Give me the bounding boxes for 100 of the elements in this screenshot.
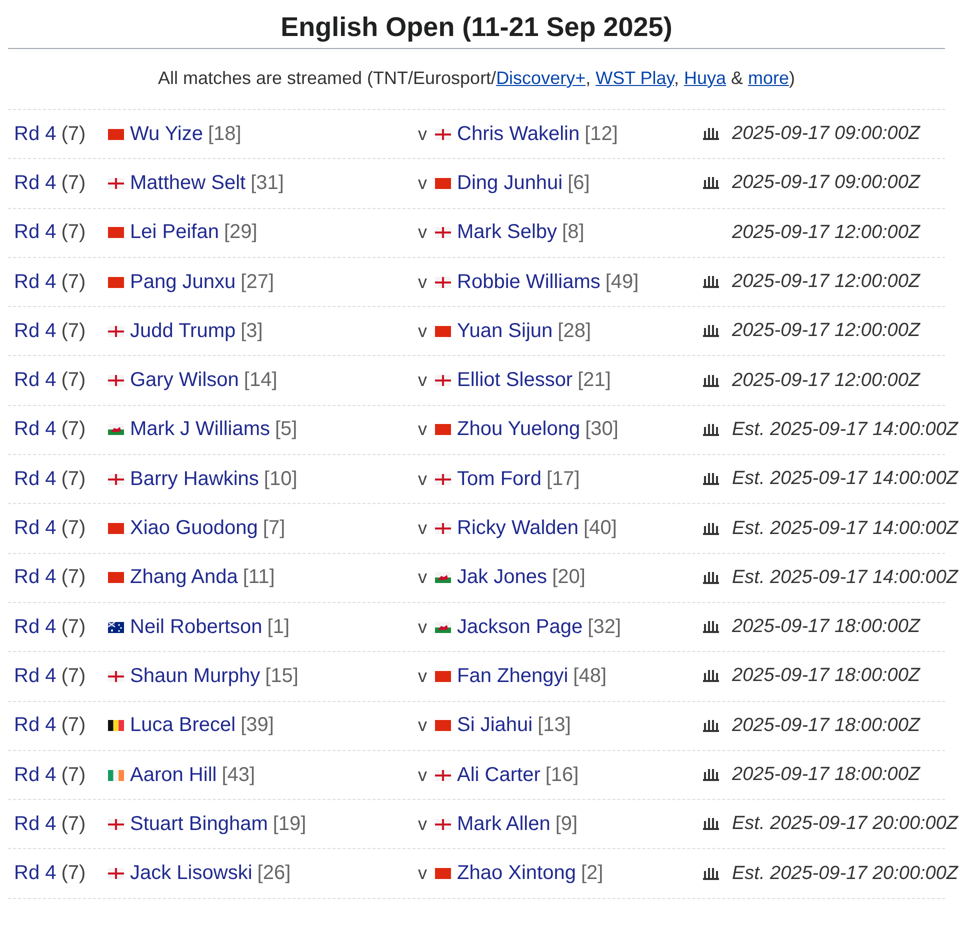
versus-label: v (418, 666, 427, 687)
player-link[interactable]: Xiao Guodong (130, 517, 258, 540)
stream-link[interactable]: more (748, 68, 790, 88)
versus-label: v (418, 419, 427, 440)
round-link[interactable]: Rd 4 (14, 172, 56, 195)
stream-link[interactable]: Discovery+ (496, 68, 586, 88)
player-link[interactable]: Jackson Page (457, 616, 583, 639)
player-link[interactable]: Chris Wakelin (457, 122, 580, 146)
round-link[interactable]: Rd 4 (14, 714, 56, 738)
versus-label: v (418, 715, 427, 736)
frames-count: (7) (61, 812, 86, 836)
seed-number: [10] (264, 468, 298, 491)
frames-count: (7) (61, 270, 86, 294)
player-link[interactable]: Yuan Sijun (457, 320, 553, 343)
frames-count: (7) (61, 714, 86, 738)
seed-number: [26] (257, 862, 291, 886)
player-link[interactable]: Matthew Selt (130, 172, 246, 195)
round-link[interactable]: Rd 4 (14, 517, 56, 540)
player-link[interactable]: Mark Allen (457, 812, 550, 836)
round-link[interactable]: Rd 4 (14, 221, 56, 244)
player-link[interactable]: Wu Yize (130, 122, 203, 146)
match-time: Est. 2025-09-17 14:00:00Z (732, 518, 958, 540)
seed-number: [8] (562, 221, 584, 244)
player-link[interactable]: Pang Junxu (130, 270, 236, 294)
round-link[interactable]: Rd 4 (14, 764, 56, 786)
frames-count: (7) (61, 468, 86, 491)
player-link[interactable]: Robbie Williams (457, 270, 600, 294)
player-link[interactable]: Jak Jones (457, 566, 548, 590)
round-link[interactable]: Rd 4 (14, 369, 56, 392)
match-time: 2025-09-17 09:00:00Z (732, 172, 920, 194)
seed-number: [20] (552, 566, 586, 590)
player-link[interactable]: Neil Robertson (130, 616, 262, 639)
round-link[interactable]: Rd 4 (14, 566, 56, 590)
round-link[interactable]: Rd 4 (14, 418, 56, 442)
match-time: 2025-09-17 18:00:00Z (732, 665, 920, 688)
player-link[interactable]: Ali Carter (457, 764, 540, 786)
player-link[interactable]: Zhao Xintong (457, 862, 576, 886)
player-link[interactable]: Mark Selby (457, 221, 558, 244)
seed-number: [39] (240, 714, 274, 738)
player-link[interactable]: Tom Ford (457, 468, 542, 491)
match-time: 2025-09-17 12:00:00Z (732, 271, 920, 294)
round-link[interactable]: Rd 4 (14, 616, 56, 639)
player-link[interactable]: Mark J Williams (130, 418, 270, 442)
streams-note: All matches are streamed (TNT/Eurosport/Discovery+, WST Play, Huya & more) (156, 67, 796, 90)
player-link[interactable]: Zhang Anda (130, 566, 238, 590)
player-link[interactable]: Barry Hawkins (130, 468, 259, 491)
page-title: English Open (11-21 Sep 2025) (280, 11, 674, 44)
match-time: Est. 2025-09-17 14:00:00Z (732, 566, 958, 589)
stream-link[interactable]: Huya (684, 68, 726, 88)
player-link[interactable]: Shaun Murphy (130, 664, 260, 688)
seed-number: [32] (588, 616, 621, 639)
player-link[interactable]: Aaron Hill (130, 764, 217, 786)
match-time: 2025-09-17 18:00:00Z (732, 764, 920, 786)
seed-number: [2] (580, 862, 604, 886)
player-link[interactable]: Gary Wilson (130, 369, 239, 392)
player-link[interactable]: Luca Brecel (130, 714, 236, 738)
stream-link[interactable]: WST Play (596, 68, 674, 88)
frames-count: (7) (61, 764, 86, 786)
round-link[interactable]: Rd 4 (14, 664, 56, 688)
player-link[interactable]: Elliot Slessor (457, 369, 573, 392)
player-link[interactable]: Stuart Bingham (130, 812, 268, 836)
match-time: Est. 2025-09-17 14:00:00Z (732, 468, 958, 490)
frames-count: (7) (61, 616, 86, 639)
seed-number: [1] (267, 616, 290, 639)
round-link[interactable]: Rd 4 (14, 468, 56, 491)
seed-number: [3] (240, 320, 263, 343)
round-link[interactable]: Rd 4 (14, 812, 56, 836)
match-time: 2025-09-17 09:00:00Z (732, 123, 920, 146)
versus-label: v (418, 172, 427, 194)
versus-label: v (418, 616, 427, 638)
match-time: 2025-09-17 18:00:00Z (732, 714, 920, 737)
player-link[interactable]: Si Jiahui (457, 714, 533, 738)
player-link[interactable]: Fan Zhengyi (457, 664, 568, 688)
seed-number: [15] (265, 664, 298, 688)
match-time: 2025-09-17 12:00:00Z (732, 222, 920, 244)
versus-label: v (418, 863, 427, 884)
match-time: 2025-09-17 18:00:00Z (732, 616, 920, 638)
player-link[interactable]: Jack Lisowski (130, 862, 252, 886)
match-time: Est. 2025-09-17 14:00:00Z (732, 418, 958, 441)
seed-number: [6] (568, 172, 590, 195)
versus-label: v (418, 272, 427, 293)
frames-count: (7) (61, 369, 86, 392)
player-link[interactable]: Ricky Walden (457, 517, 579, 540)
round-link[interactable]: Rd 4 (14, 320, 56, 343)
versus-label: v (418, 814, 427, 835)
seed-number: [49] (605, 270, 639, 294)
seed-number: [31] (250, 172, 284, 195)
player-link[interactable]: Zhou Yuelong (457, 418, 580, 442)
player-link[interactable]: Lei Peifan (130, 221, 219, 244)
match-time: Est. 2025-09-17 20:00:00Z (732, 862, 958, 885)
seed-number: [9] (555, 812, 578, 836)
frames-count: (7) (61, 418, 86, 442)
versus-label: v (418, 370, 427, 392)
player-link[interactable]: Judd Trump (130, 320, 236, 343)
round-link[interactable]: Rd 4 (14, 122, 56, 146)
frames-count: (7) (61, 172, 86, 195)
seed-number: [13] (538, 714, 571, 738)
round-link[interactable]: Rd 4 (14, 270, 56, 294)
player-link[interactable]: Ding Junhui (457, 172, 563, 195)
round-link[interactable]: Rd 4 (14, 862, 56, 886)
